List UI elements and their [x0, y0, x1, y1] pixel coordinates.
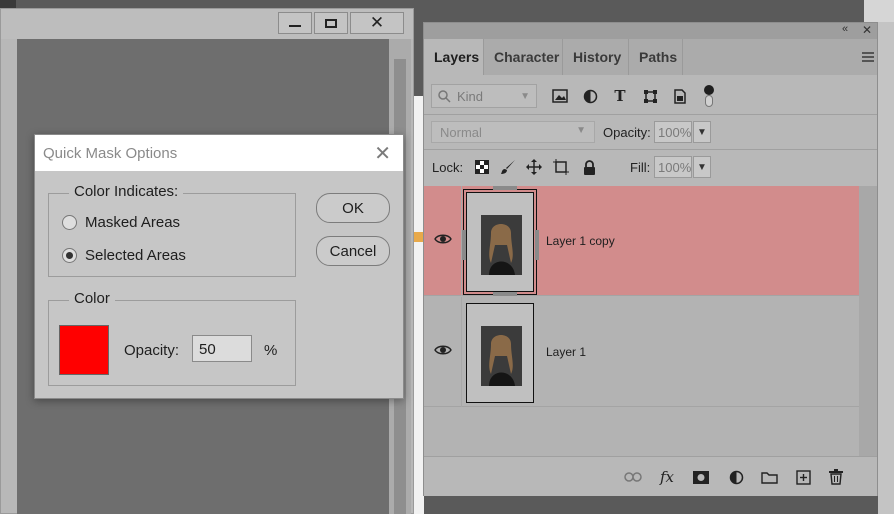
selection-handle: [493, 292, 517, 296]
fill-label: Fill:: [630, 160, 651, 175]
mask-color-swatch[interactable]: [59, 325, 109, 375]
layers-list: Layer 1 copy Layer 1: [424, 186, 859, 456]
collapse-panel-icon[interactable]: «: [842, 23, 848, 35]
tab-paths[interactable]: Paths: [629, 39, 683, 75]
image-filter-icon[interactable]: [551, 87, 569, 105]
layers-panel: « ✕ Layers Character History Paths Kind …: [423, 22, 878, 496]
masked-areas-radio[interactable]: [62, 215, 77, 230]
lock-label: Lock:: [432, 160, 464, 175]
selected-areas-option[interactable]: Selected Areas: [62, 247, 186, 264]
cancel-button[interactable]: Cancel: [316, 236, 390, 266]
layer-name[interactable]: Layer 1 copy: [546, 234, 615, 248]
delete-layer-icon[interactable]: [826, 468, 846, 486]
layer-thumbnail[interactable]: [463, 189, 537, 295]
selection-handle: [493, 186, 517, 190]
dialog-titlebar: Quick Mask Options ✕: [35, 135, 403, 171]
maximize-icon: [325, 18, 337, 28]
divider: [424, 114, 877, 115]
filter-toggle-track: [705, 95, 713, 107]
color-indicates-group: Color Indicates: Masked Areas Selected A…: [48, 183, 296, 277]
chevron-down-icon: ▼: [520, 90, 530, 102]
selection-handle: [462, 230, 466, 260]
panel-header-strip: « ✕: [424, 23, 877, 39]
maximize-button[interactable]: [314, 12, 348, 34]
divider: [424, 149, 877, 150]
kind-filter-select[interactable]: Kind ▼: [431, 84, 537, 108]
lock-transparent-pixels-icon[interactable]: [473, 158, 491, 176]
filter-toggle-knob: [704, 85, 714, 95]
layer-thumbnail[interactable]: [466, 303, 534, 403]
selected-areas-label: Selected Areas: [85, 247, 186, 264]
search-icon: [438, 89, 451, 103]
kind-filter-label: Kind: [457, 88, 484, 104]
right-toolbar-top: [864, 0, 894, 22]
portrait-thumbnail-image: [481, 326, 522, 386]
smart-object-filter-icon[interactable]: [671, 87, 689, 105]
chevron-down-icon: ▼: [697, 161, 707, 173]
ok-button[interactable]: OK: [316, 193, 390, 223]
blend-mode-select[interactable]: Normal ▼: [431, 121, 595, 143]
filter-toggle[interactable]: [703, 84, 715, 108]
color-legend: Color: [69, 290, 115, 307]
quick-mask-options-dialog: Quick Mask Options ✕ Color Indicates: Ma…: [34, 134, 404, 399]
layer-row-layer-1-copy[interactable]: Layer 1 copy: [424, 186, 859, 296]
portrait-thumbnail-image: [481, 215, 522, 275]
opacity-dropdown-button[interactable]: ▼: [693, 121, 711, 143]
dialog-title: Quick Mask Options: [43, 145, 178, 162]
layer-row-layer-1[interactable]: Layer 1: [424, 297, 859, 407]
tab-history[interactable]: History: [563, 39, 629, 75]
lock-all-icon[interactable]: [580, 158, 598, 176]
layers-bottom-toolbar: fx: [424, 456, 877, 496]
selection-handle: [535, 230, 539, 260]
tab-layers[interactable]: Layers: [424, 39, 484, 75]
new-layer-icon[interactable]: [793, 468, 813, 486]
add-mask-icon[interactable]: [691, 468, 711, 486]
chevron-down-icon: ▼: [576, 125, 586, 136]
group-folder-icon[interactable]: [759, 468, 779, 486]
adjustment-layer-icon[interactable]: [726, 468, 746, 486]
fx-icon[interactable]: fx: [657, 468, 677, 486]
adjustment-filter-icon[interactable]: [581, 87, 599, 105]
document-titlebar: ✕: [1, 9, 413, 39]
panel-tabs: Layers Character History Paths: [424, 39, 877, 75]
opacity-input[interactable]: 100%: [654, 121, 692, 143]
tab-character[interactable]: Character: [484, 39, 563, 75]
fill-dropdown-button[interactable]: ▼: [693, 156, 711, 178]
panel-menu-icon[interactable]: [862, 52, 874, 62]
dialog-close-icon[interactable]: ✕: [374, 141, 391, 166]
minimize-icon: [289, 25, 301, 27]
shape-filter-icon[interactable]: [641, 87, 659, 105]
close-window-button[interactable]: ✕: [350, 12, 404, 34]
layer-name[interactable]: Layer 1: [546, 345, 586, 359]
mask-opacity-label: Opacity:: [124, 342, 180, 359]
visibility-eye-icon[interactable]: [434, 343, 452, 357]
selected-areas-radio[interactable]: [62, 248, 77, 263]
mask-opacity-input[interactable]: 50: [192, 335, 252, 362]
percent-sign: %: [264, 342, 278, 359]
visibility-eye-icon[interactable]: [434, 232, 452, 246]
masked-areas-option[interactable]: Masked Areas: [62, 214, 180, 231]
right-toolbar-edge: [878, 0, 894, 514]
lock-image-pixels-icon[interactable]: [499, 158, 517, 176]
type-filter-icon[interactable]: T: [611, 87, 629, 105]
link-layers-icon[interactable]: [623, 468, 643, 486]
masked-areas-label: Masked Areas: [85, 214, 181, 231]
visibility-column-divider: [461, 297, 462, 407]
layers-scrollbar[interactable]: [859, 186, 877, 456]
lock-artboard-icon[interactable]: [552, 158, 570, 176]
close-panel-icon[interactable]: ✕: [862, 23, 872, 37]
chevron-down-icon: ▼: [697, 126, 707, 138]
close-icon: ✕: [369, 13, 385, 32]
fill-input[interactable]: 100%: [654, 156, 692, 178]
lock-position-icon[interactable]: [525, 158, 543, 176]
opacity-label: Opacity:: [603, 125, 651, 140]
minimize-button[interactable]: [278, 12, 312, 34]
color-indicates-legend: Color Indicates:: [69, 183, 184, 200]
blend-mode-value: Normal: [440, 125, 482, 140]
